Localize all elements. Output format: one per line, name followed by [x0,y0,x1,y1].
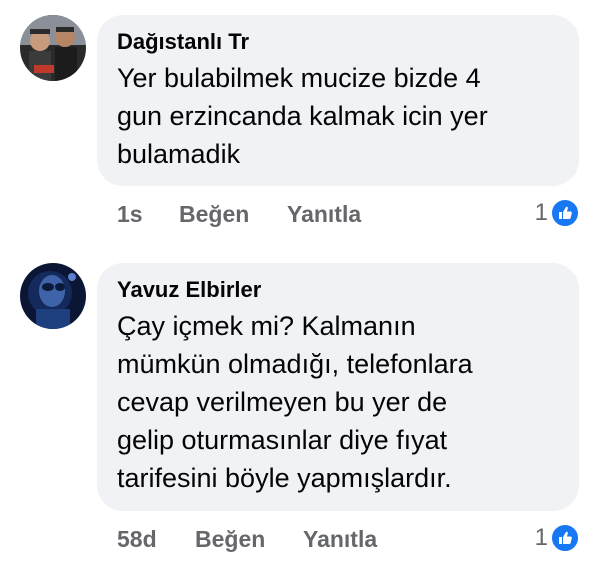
comment-timestamp[interactable]: 58d [117,525,195,553]
thumbs-up-icon [550,198,580,228]
comment-line: Yer bulabilmek mucize bizde 4 [117,63,481,93]
comment-actions: 1s Beğen Yanıtla [117,200,361,228]
comment-line: tarifesini böyle yapmışlardır. [117,463,452,493]
comment-line: Çay içmek mi? Kalmanın [117,311,416,341]
comment-author[interactable]: Dağıstanlı Tr [117,29,561,55]
thumbs-up-icon [550,523,580,553]
comment-line: bulamadik [117,139,241,169]
comment-actions: 58d Beğen Yanıtla [117,525,377,553]
reply-button[interactable]: Yanıtla [287,200,361,228]
comment-text: Çay içmek mi? Kalmanın mümkün olmadığı, … [117,307,561,497]
reaction-count[interactable]: 1 [535,198,580,228]
reaction-count-value: 1 [534,524,548,551]
comment-line: gun erzincanda kalmak icin yer [117,101,488,131]
reaction-count-value: 1 [534,199,548,226]
comment-bubble: Dağıstanlı Tr Yer bulabilmek mucize bizd… [97,15,579,186]
reaction-count[interactable]: 1 [535,523,580,553]
comment-timestamp[interactable]: 1s [117,200,179,228]
reply-button[interactable]: Yanıtla [303,525,377,553]
comment-line: gelip oturmasınlar diye fıyat [117,425,448,455]
comment-line: mümkün olmadığı, telefonlara [117,349,473,379]
like-button[interactable]: Beğen [195,525,303,553]
avatar[interactable] [20,15,86,81]
avatar[interactable] [20,263,86,329]
comment-bubble: Yavuz Elbirler Çay içmek mi? Kalmanın mü… [97,263,579,511]
like-button[interactable]: Beğen [179,200,287,228]
comment-text: Yer bulabilmek mucize bizde 4 gun erzinc… [117,59,561,173]
comment-line: cevap verilmeyen bu yer de [117,387,448,417]
comment-author[interactable]: Yavuz Elbirler [117,277,561,303]
